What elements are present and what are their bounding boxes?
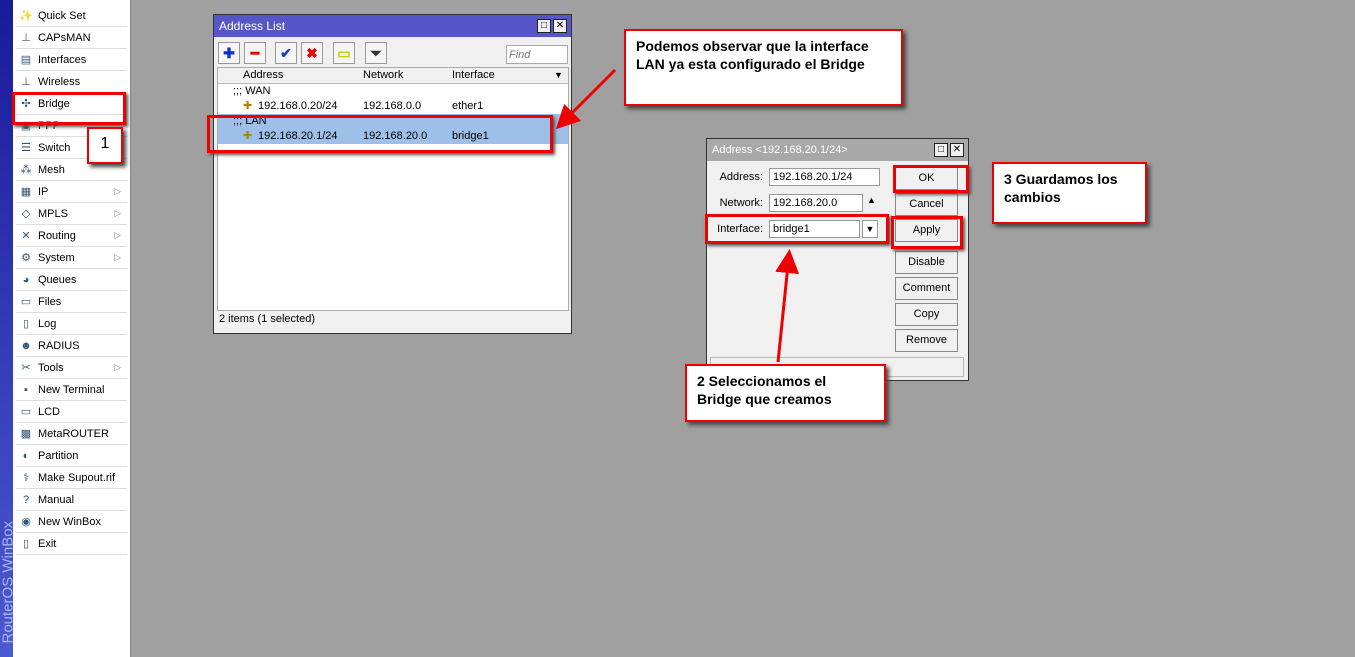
highlight-ok [893,165,969,193]
arrow-to-lan-row [555,68,617,130]
highlight-bridge [12,92,126,125]
callout-step-3: 3 Guardamos los cambios [992,162,1147,224]
highlight-apply [891,216,963,249]
arrow-to-interface [775,249,800,363]
highlight-lan-row [207,115,553,153]
highlight-interface [705,214,889,244]
callout-observation: Podemos observar que la interface LAN ya… [624,29,903,106]
callout-step-1: 1 [87,127,123,164]
callout-step-2: 2 Seleccionamos el Bridge que creamos [685,364,886,422]
